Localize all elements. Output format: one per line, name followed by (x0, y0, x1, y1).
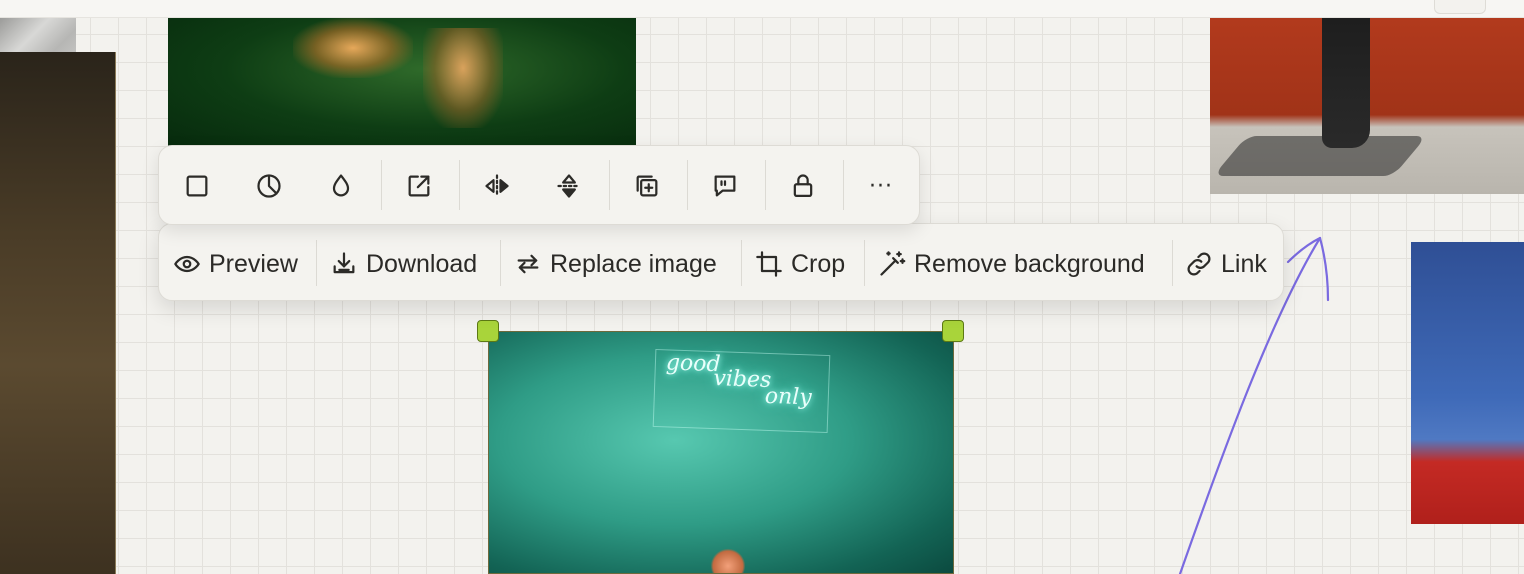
link-label: Link (1221, 249, 1267, 278)
selection-handle-top-left[interactable] (477, 320, 499, 342)
divider (765, 160, 766, 210)
selection-handle-top-right[interactable] (942, 320, 964, 342)
opacity-button[interactable] (321, 166, 361, 206)
image-shadow (1213, 136, 1427, 176)
image-style-bar: ··· (158, 145, 920, 225)
replace-image-button[interactable]: Replace image (514, 244, 717, 284)
open-external-button[interactable] (399, 166, 439, 206)
divider (687, 160, 688, 210)
opacity-drop-icon (332, 174, 350, 197)
more-button[interactable]: ··· (861, 166, 901, 206)
open-external-icon (408, 175, 430, 197)
canvas-image-brown[interactable] (0, 52, 116, 574)
divider (1172, 240, 1173, 286)
crop-button[interactable]: Crop (755, 244, 845, 284)
shape-button[interactable] (177, 166, 217, 206)
remove-background-label: Remove background (914, 249, 1145, 278)
more-icon: ··· (869, 173, 893, 199)
divider (864, 240, 865, 286)
shape-icon (186, 175, 208, 197)
magic-wand-icon (880, 251, 906, 276)
image-action-bar: Preview Download Replace image Crop Remo… (158, 223, 1284, 301)
duplicate-icon (636, 175, 658, 197)
duplicate-button[interactable] (627, 166, 667, 206)
divider (609, 160, 610, 210)
image-neon-sign: good vibes only (652, 348, 831, 434)
image-light-streak (423, 28, 503, 128)
flip-horizontal-icon (485, 174, 509, 198)
image-figure-face (711, 548, 745, 573)
divider (843, 160, 844, 210)
replace-image-label: Replace image (550, 249, 717, 278)
canvas-image-blue-sky[interactable] (1411, 242, 1524, 524)
top-bar-button[interactable] (1434, 0, 1486, 14)
top-bar (0, 0, 1524, 18)
link-icon (1187, 252, 1211, 276)
divider (741, 240, 742, 286)
selected-canvas-image[interactable]: good vibes only (488, 331, 954, 574)
divider (459, 160, 460, 210)
replace-icon (517, 254, 539, 274)
crop-label: Crop (791, 249, 846, 278)
canvas-image-red-wall[interactable] (1210, 18, 1524, 194)
flip-vertical-icon (557, 174, 581, 198)
corner-radius-icon (257, 174, 281, 198)
comment-button[interactable] (705, 166, 745, 206)
comment-icon (714, 175, 736, 197)
image-light-streak (293, 18, 413, 78)
lock-icon (793, 174, 813, 198)
link-button[interactable]: Link (1185, 244, 1267, 284)
preview-button[interactable]: Preview (173, 244, 298, 284)
lock-button[interactable] (783, 166, 823, 206)
flip-horizontal-button[interactable] (477, 166, 517, 206)
divider (381, 160, 382, 210)
divider (316, 240, 317, 286)
crop-icon (756, 251, 782, 277)
download-icon (333, 252, 355, 274)
preview-label: Preview (209, 249, 298, 278)
eye-icon (174, 255, 200, 273)
corner-radius-button[interactable] (249, 166, 289, 206)
flip-vertical-button[interactable] (549, 166, 589, 206)
divider (500, 240, 501, 286)
remove-background-button[interactable]: Remove background (878, 244, 1145, 284)
download-label: Download (366, 249, 478, 278)
image-figure-leg (1322, 18, 1370, 148)
download-button[interactable]: Download (330, 244, 477, 284)
canvas-image-green-dancer[interactable] (168, 18, 636, 146)
